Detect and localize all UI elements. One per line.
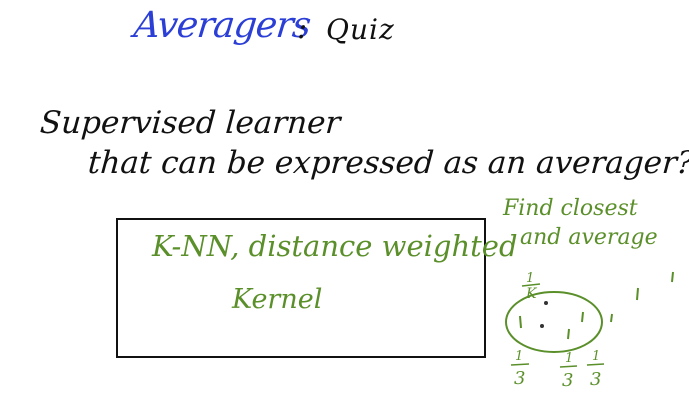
bottom-fraction-denominator: 3 <box>514 368 525 389</box>
neighbor-point <box>519 315 522 329</box>
neighbor-point <box>567 328 570 340</box>
slide-subtitle: Quiz <box>326 13 395 46</box>
neighborhood-ellipse <box>505 291 603 353</box>
answer-line-1: K-NN, distance weighted <box>152 229 518 263</box>
bottom-fraction-denominator: 3 <box>562 370 573 391</box>
question-line-2: that can be expressed as an averager? <box>86 145 689 181</box>
outside-point <box>610 313 613 323</box>
bottom-fraction-numerator: 1 <box>565 351 573 366</box>
neighbor-point <box>581 311 584 323</box>
bottom-fraction-denominator: 3 <box>590 369 601 390</box>
whiteboard-canvas: Averagers : Quiz Supervised learner that… <box>0 0 689 413</box>
bottom-fraction-numerator: 1 <box>592 349 600 364</box>
slide-title: Averagers <box>131 5 313 46</box>
question-line-1: Supervised learner <box>38 105 342 141</box>
bottom-fraction-bar <box>559 365 578 368</box>
bottom-fraction-bar <box>586 363 605 366</box>
title-separator: : <box>297 11 308 46</box>
answer-line-2: Kernel <box>232 284 323 315</box>
side-note-line-2: and average <box>520 225 658 250</box>
bottom-fraction-bar <box>510 363 530 366</box>
outside-point <box>636 287 639 301</box>
top-fraction-bar <box>521 283 541 287</box>
side-note-line-1: Find closest <box>503 196 638 221</box>
center-point <box>540 324 544 328</box>
top-fraction-denominator: K <box>525 286 538 302</box>
center-point <box>544 301 548 305</box>
outside-point <box>671 271 674 283</box>
top-fraction-numerator: 1 <box>526 271 534 286</box>
bottom-fraction-numerator: 1 <box>515 349 523 364</box>
